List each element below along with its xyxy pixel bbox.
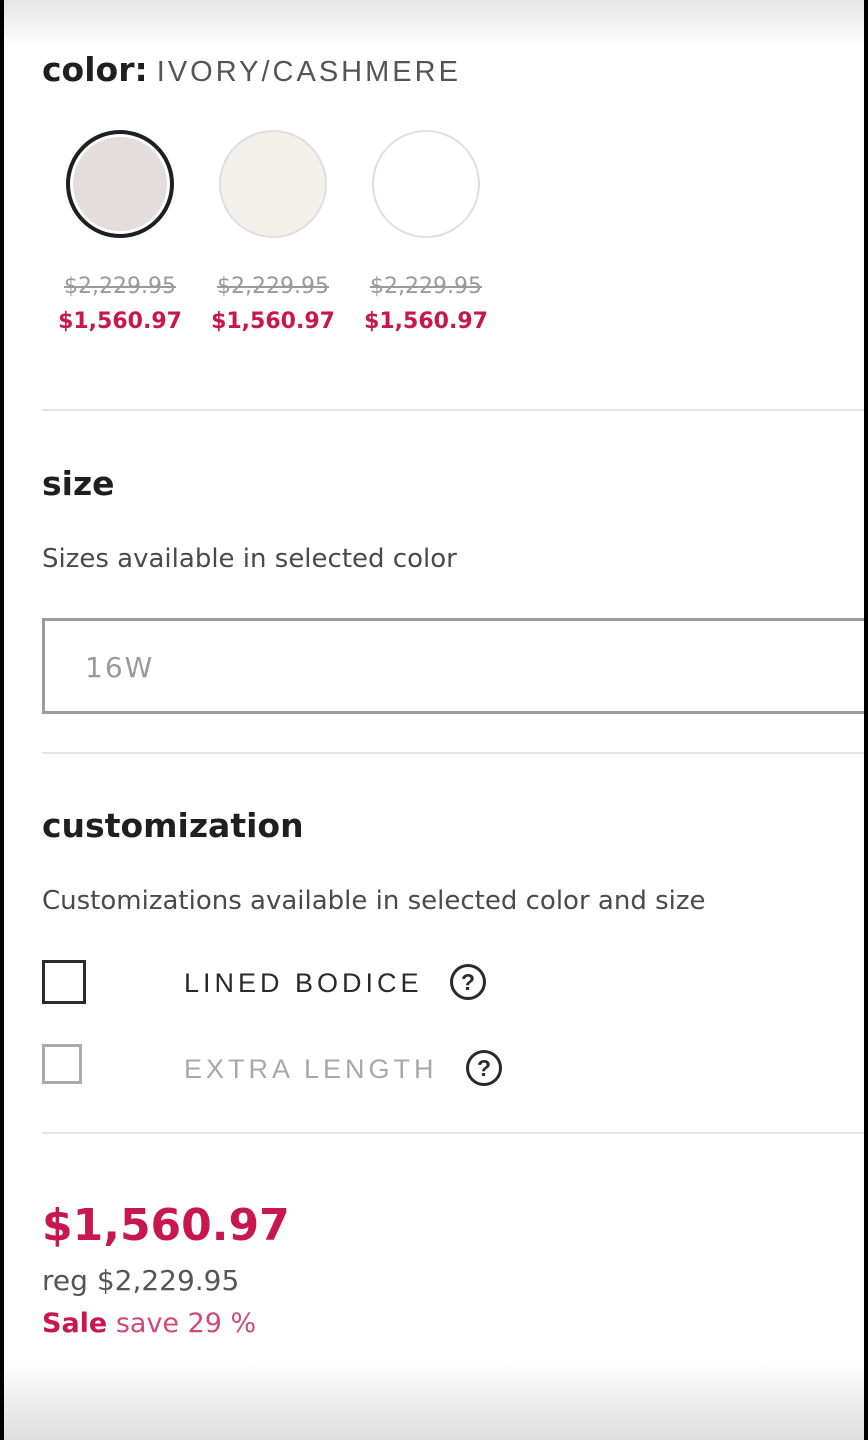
- regular-price-line: reg $2,229.95: [42, 1264, 239, 1297]
- size-select[interactable]: 16W: [42, 618, 864, 714]
- swatch-sale-price: $1,560.97: [58, 309, 182, 334]
- size-section-subtitle: Sizes available in selected color: [42, 544, 457, 574]
- reg-label: reg: [42, 1264, 88, 1297]
- divider: [42, 1132, 864, 1134]
- swatch-regular-price: $2,229.95: [370, 274, 482, 299]
- customization-section-subtitle: Customizations available in selected col…: [42, 886, 706, 916]
- divider: [42, 409, 864, 411]
- regular-price: $2,229.95: [96, 1264, 240, 1297]
- selected-color-value: IVORY/CASHMERE: [156, 56, 461, 88]
- color-swatch[interactable]: $2,229.95 $1,560.97: [44, 130, 196, 334]
- divider: [42, 752, 864, 754]
- swatch-circle[interactable]: [219, 130, 327, 238]
- current-sale-price: $1,560.97: [42, 1200, 290, 1251]
- lined-bodice-checkbox[interactable]: [42, 960, 86, 1004]
- save-percent: save 29 %: [115, 1308, 257, 1339]
- question-circle-icon[interactable]: ?: [450, 964, 486, 1000]
- swatch-regular-price: $2,229.95: [217, 274, 329, 299]
- sale-badge: Sale: [42, 1308, 108, 1339]
- top-shade: [4, 0, 864, 48]
- size-select-value: 16W: [85, 651, 155, 684]
- question-circle-icon[interactable]: ?: [466, 1050, 502, 1086]
- savings-line: Sale save 29 %: [42, 1308, 256, 1339]
- swatch-circle[interactable]: [372, 130, 480, 238]
- swatch-sale-price: $1,560.97: [211, 309, 335, 334]
- product-options-screen: color: IVORY/CASHMERE $2,229.95 $1,560.9…: [4, 0, 864, 1440]
- color-label: color:: [42, 50, 148, 89]
- color-swatch[interactable]: $2,229.95 $1,560.97: [350, 130, 502, 334]
- bottom-shade: [4, 1360, 864, 1440]
- swatch-sale-price: $1,560.97: [364, 309, 488, 334]
- size-section-title: size: [42, 464, 115, 503]
- color-heading: color: IVORY/CASHMERE: [42, 50, 461, 89]
- swatch-regular-price: $2,229.95: [64, 274, 176, 299]
- lined-bodice-label[interactable]: LINED BODICE: [184, 968, 423, 999]
- extra-length-label[interactable]: EXTRA LENGTH: [184, 1054, 438, 1085]
- customization-section-title: customization: [42, 806, 304, 845]
- extra-length-checkbox[interactable]: [42, 1044, 82, 1084]
- swatch-circle-ivory-cashmere[interactable]: [66, 130, 174, 238]
- color-swatch[interactable]: $2,229.95 $1,560.97: [197, 130, 349, 334]
